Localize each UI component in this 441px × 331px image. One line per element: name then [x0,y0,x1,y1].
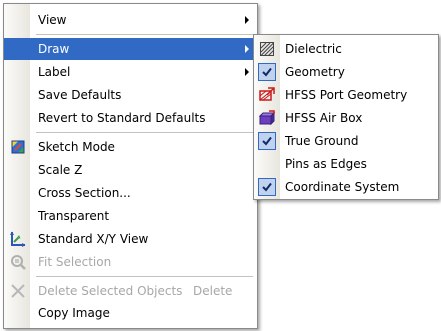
submenu-item-coordinate-system[interactable]: Coordinate System [254,176,438,198]
submenu-item-hfss-air-box[interactable]: HFSS Air Box [254,107,438,129]
submenu-arrow-icon [245,68,249,76]
menu-item-label: Dielectric [285,42,342,56]
submenu-item-hfss-port-geometry[interactable]: HFSS Port Geometry [254,84,438,106]
menu-item-label: Delete Selected Objects [38,284,183,298]
menu-item-label: Save Defaults [38,88,122,102]
menu-separator [36,276,253,277]
checkmark-icon [258,178,276,196]
submenu-item-dielectric[interactable]: Dielectric [254,38,438,60]
menu-item-copy-image[interactable]: Copy Image [4,302,257,324]
dielectric-hatch-icon [258,40,276,58]
menu-item-label: Draw [38,42,70,56]
menu-item-fit-selection[interactable]: Fit Selection [4,251,257,273]
menu-item-standard-xy-view[interactable]: Standard X/Y View [4,228,257,250]
menu-item-revert-defaults[interactable]: Revert to Standard Defaults [4,107,257,129]
hfss-airbox-icon [258,109,276,127]
zoom-fit-icon [9,253,27,271]
menu-item-transparent[interactable]: Transparent [4,205,257,227]
submenu-item-true-ground[interactable]: True Ground [254,130,438,152]
checkmark-icon [258,132,276,150]
menu-item-sketch-mode[interactable]: Sketch Mode [4,136,257,158]
menu-item-label: Cross Section... [38,186,131,200]
menu-item-draw[interactable]: Draw [4,38,257,60]
menu-item-label: Standard X/Y View [38,232,149,246]
menu-item-label: Copy Image [38,306,110,320]
menu-item-label: Fit Selection [38,255,112,269]
menu-item-label: Scale Z [38,163,83,177]
menu-item-view[interactable]: View [4,9,257,31]
xy-axes-icon [9,230,27,248]
menu-item-label: Revert to Standard Defaults [38,111,206,125]
hfss-port-icon [258,86,276,104]
submenu-arrow-icon [245,16,249,24]
submenu-arrow-icon [245,45,249,53]
submenu-item-pins-as-edges[interactable]: Pins as Edges [254,153,438,175]
menu-item-delete-selected[interactable]: Delete Selected Objects Delete [4,280,257,302]
menu-item-shortcut: Delete [193,284,233,298]
submenu-item-geometry[interactable]: Geometry [254,61,438,83]
menu-item-label: HFSS Port Geometry [285,88,408,102]
menu-item-label-submenu[interactable]: Label [4,61,257,83]
checkmark-icon [258,63,276,81]
menu-item-label: True Ground [285,134,359,148]
menu-item-save-defaults[interactable]: Save Defaults [4,84,257,106]
sketch-mode-icon [9,138,27,156]
menu-item-label: View [38,13,67,27]
menu-item-label: Geometry [285,65,345,79]
menu-item-label: Sketch Mode [38,140,115,154]
menu-item-label: Coordinate System [285,180,400,194]
context-menu: View Draw Label Save Defaults Revert to … [3,3,258,329]
delete-x-icon [9,282,27,300]
menu-separator [36,34,253,35]
menu-item-cross-section[interactable]: Cross Section... [4,182,257,204]
menu-item-label: Transparent [38,209,110,223]
draw-submenu: Dielectric Geometry HFSS Port Geometry H… [253,34,439,200]
menu-item-scale-z[interactable]: Scale Z [4,159,257,181]
menu-item-label: Pins as Edges [285,157,367,171]
menu-item-label: HFSS Air Box [285,111,363,125]
menu-separator [36,132,253,133]
menu-item-label: Label [38,65,71,79]
